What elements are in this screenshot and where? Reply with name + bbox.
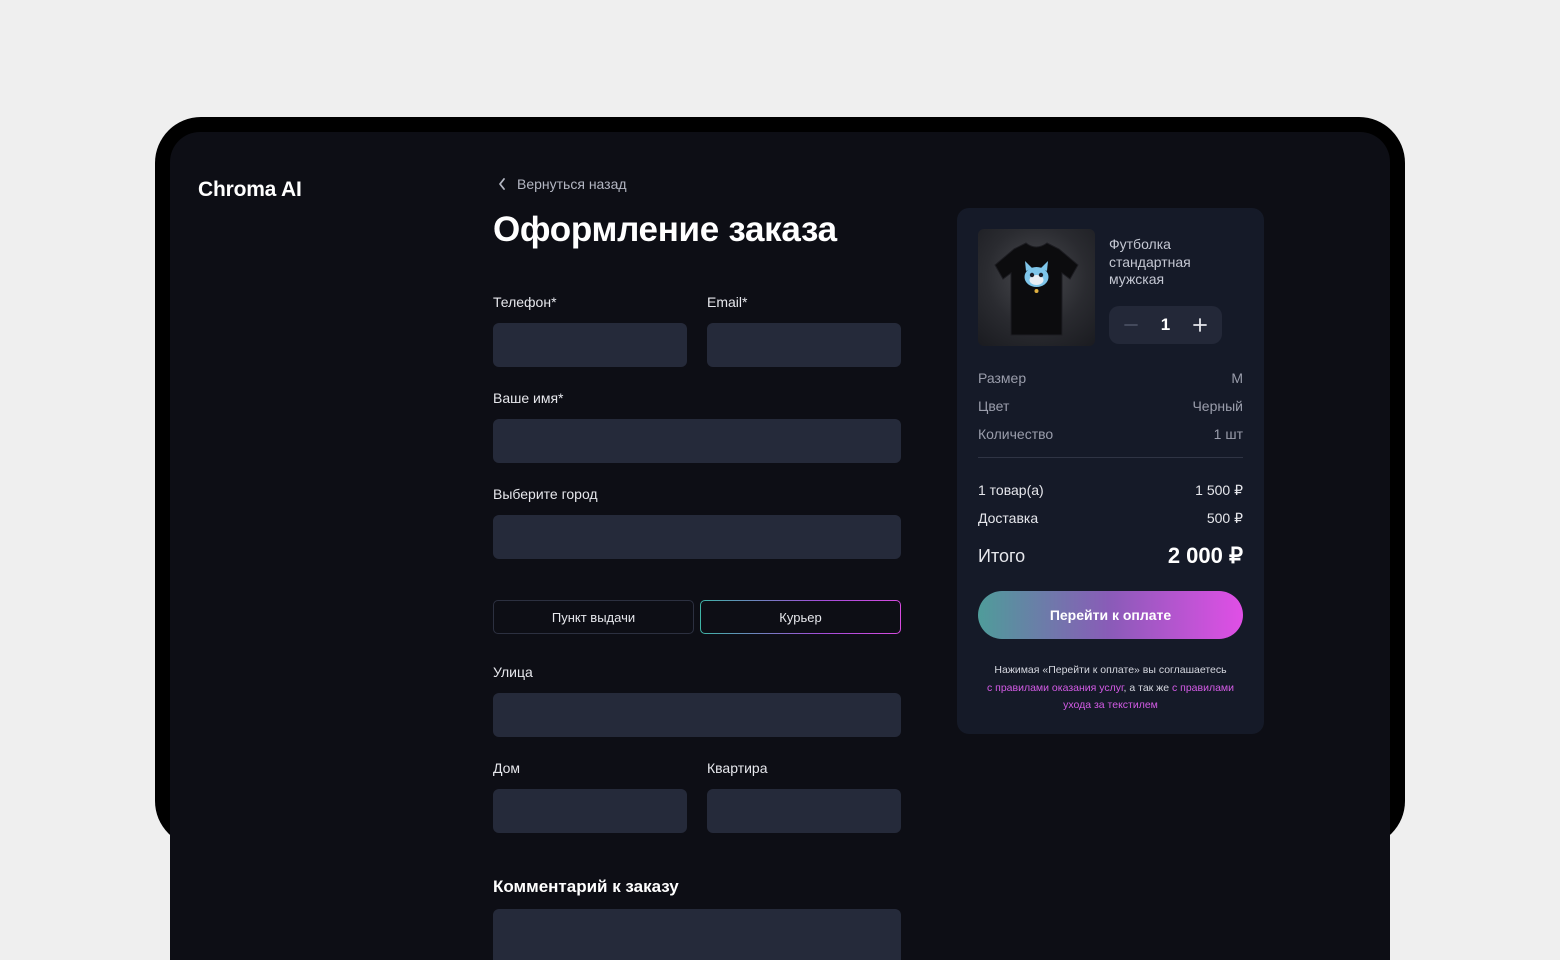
page-title: Оформление заказа [493,210,837,249]
quantity-value: 1 [1160,315,1171,334]
product-name: Футболка стандартная мужская [1109,236,1191,287]
email-label: Email* [707,294,748,310]
detail-row-quantity: Количество 1 шт [978,426,1243,442]
delivery-option-pickup[interactable]: Пункт выдачи [493,600,694,634]
decrease-quantity-button[interactable] [1123,317,1139,333]
chevron-left-icon [499,178,505,190]
total-value: 2 000 ₽ [1167,543,1243,568]
comment-field[interactable] [493,909,901,960]
back-link-label: Вернуться назад [517,176,627,192]
detail-value: M [1231,370,1243,386]
cost-value: 500 ₽ [1206,510,1243,526]
terms-prefix: Нажимая «Перейти к оплате» вы соглашаете… [994,664,1227,676]
cost-key: Доставка [978,510,1039,526]
name-label: Ваше имя* [493,390,564,406]
detail-key: Размер [978,370,1027,386]
logo: Chroma AI [198,178,302,201]
cost-row-items: 1 товар(а) 1 500 ₽ [978,482,1243,499]
delivery-option-courier[interactable]: Курьер [700,600,901,634]
comment-label: Комментарий к заказу [493,877,679,896]
email-field[interactable] [707,323,901,367]
divider [978,457,1243,458]
order-summary-card: Футболка стандартная мужская 1 Размер M … [957,208,1264,734]
terms-text: Нажимая «Перейти к оплате» вы соглашаете… [978,662,1243,715]
house-label: Дом [493,760,521,776]
house-field[interactable] [493,789,687,833]
city-label: Выберите город [493,486,598,502]
product-image [978,229,1095,346]
apartment-field[interactable] [707,789,901,833]
app-screen: Chroma AI Вернуться назад Оформление зак… [170,132,1390,960]
city-select[interactable] [493,515,901,559]
detail-key: Количество [978,426,1054,442]
back-link[interactable]: Вернуться назад [497,176,627,192]
phone-label: Телефон* [493,294,557,310]
cost-key: 1 товар(а) [978,482,1044,498]
street-label: Улица [493,664,533,680]
detail-key: Цвет [978,398,1010,414]
terms-middle: , а так же [1123,681,1170,694]
detail-row-size: Размер M [978,370,1243,386]
total-label: Итого [978,545,1026,566]
detail-value: Черный [1192,398,1243,414]
pay-button[interactable]: Перейти к оплате [978,591,1243,639]
street-field[interactable] [493,693,901,737]
increase-quantity-button[interactable] [1192,317,1208,333]
cost-row-delivery: Доставка 500 ₽ [978,510,1243,527]
quantity-stepper: 1 [1109,306,1222,344]
tshirt-image [994,242,1079,336]
detail-value: 1 шт [1213,426,1243,442]
detail-row-color: Цвет Черный [978,398,1243,414]
plus-icon [1193,318,1207,332]
total-row: Итого 2 000 ₽ [978,543,1243,569]
apartment-label: Квартира [707,760,768,776]
phone-field[interactable] [493,323,687,367]
service-rules-link[interactable]: с правилами оказания услуг [987,682,1124,694]
name-field[interactable] [493,419,901,463]
minus-icon [1124,324,1138,326]
cost-value: 1 500 ₽ [1195,482,1243,498]
